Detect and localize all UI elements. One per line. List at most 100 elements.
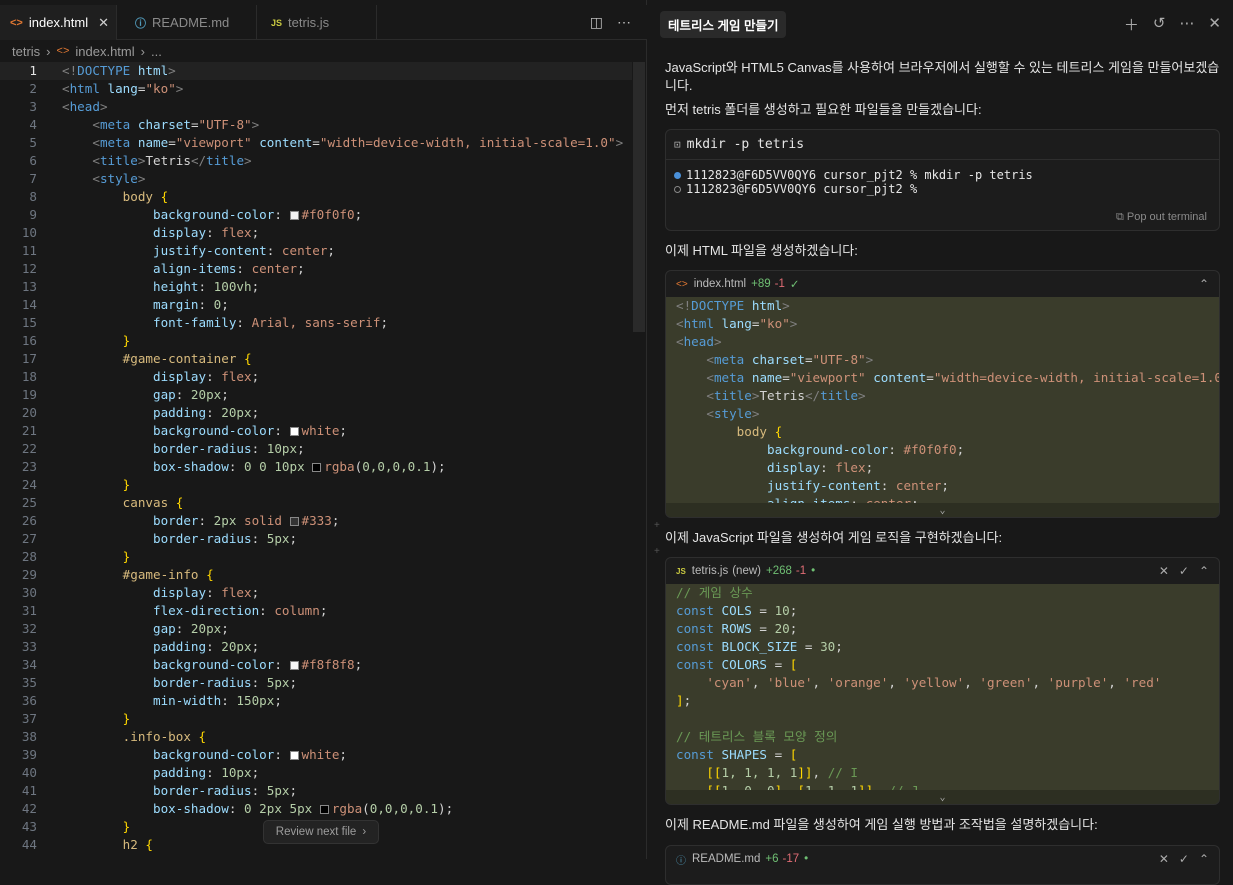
reject-icon[interactable]: ✕ bbox=[1159, 564, 1169, 578]
pop-out-terminal-button[interactable]: ⧉ Pop out terminal bbox=[1116, 211, 1207, 224]
code-line[interactable]: 1 <!DOCTYPE html> bbox=[0, 62, 632, 80]
code-line[interactable]: 7 <style> bbox=[0, 170, 632, 188]
code-line[interactable]: 25 canvas { bbox=[0, 494, 632, 512]
code-line[interactable]: 40 padding: 10px; bbox=[0, 764, 632, 782]
breadcrumb-file[interactable]: index.html bbox=[75, 44, 134, 59]
close-icon[interactable]: ✕ bbox=[1208, 14, 1221, 35]
status-dot-icon bbox=[674, 172, 681, 179]
plus-icon[interactable]: ＋ bbox=[1124, 14, 1139, 35]
tab-tetris-js[interactable]: JS tetris.js bbox=[257, 5, 377, 40]
code-text: .info-box { bbox=[62, 728, 206, 746]
code-token: [[ bbox=[706, 765, 722, 780]
code-line[interactable]: 21 background-color: white; bbox=[0, 422, 632, 440]
tab-index-html[interactable]: <> index.html ✕ bbox=[0, 5, 117, 40]
code-text: <meta name="viewport" content="width=dev… bbox=[676, 369, 1219, 387]
line-number: 39 bbox=[21, 747, 37, 762]
breadcrumb-folder[interactable]: tetris bbox=[12, 44, 40, 59]
code-line[interactable]: 33 padding: 20px; bbox=[0, 638, 632, 656]
code-text: gap: 20px; bbox=[62, 386, 229, 404]
expand-chevron-icon[interactable]: ⌄ bbox=[666, 790, 1219, 804]
code-token: 30 bbox=[820, 639, 836, 654]
file-edit-header[interactable]: <> index.html +89 -1 ✓ ⌃ bbox=[666, 271, 1219, 297]
code-line[interactable]: 19 gap: 20px; bbox=[0, 386, 632, 404]
code-text: } bbox=[62, 548, 131, 566]
diff-line: const ROWS = 20; bbox=[666, 620, 1219, 638]
code-line[interactable]: 8 body { bbox=[0, 188, 632, 206]
code-line[interactable]: 10 display: flex; bbox=[0, 224, 632, 242]
code-line[interactable]: 38 .info-box { bbox=[0, 728, 632, 746]
code-token: : bbox=[175, 387, 191, 402]
line-number: 14 bbox=[21, 297, 37, 312]
code-line[interactable]: 29 #game-info { bbox=[0, 566, 632, 584]
code-line[interactable]: 20 padding: 20px; bbox=[0, 404, 632, 422]
close-icon[interactable]: ✕ bbox=[98, 15, 109, 31]
expand-icon[interactable]: ⌃ bbox=[1199, 852, 1209, 866]
code-line[interactable]: 30 display: flex; bbox=[0, 584, 632, 602]
code-line[interactable]: 32 gap: 20px; bbox=[0, 620, 632, 638]
accept-icon[interactable]: ✓ bbox=[1179, 564, 1189, 578]
code-token: : bbox=[251, 531, 267, 546]
code-line[interactable]: 18 display: flex; bbox=[0, 368, 632, 386]
code-line[interactable]: 39 background-color: white; bbox=[0, 746, 632, 764]
expand-icon[interactable]: ⌃ bbox=[1199, 564, 1209, 578]
code-line[interactable]: 27 border-radius: 5px; bbox=[0, 530, 632, 548]
more-actions-icon[interactable]: ⋯ bbox=[1179, 14, 1194, 35]
code-line[interactable]: 5 <meta name="viewport" content="width=d… bbox=[0, 134, 632, 152]
code-token: const bbox=[676, 603, 714, 618]
more-actions-icon[interactable]: ⋯ bbox=[617, 14, 631, 31]
code-line[interactable]: 15 font-family: Arial, sans-serif; bbox=[0, 314, 632, 332]
code-line[interactable]: 23 box-shadow: 0 0 10px rgba(0,0,0,0.1); bbox=[0, 458, 632, 476]
file-edit-header[interactable]: ⓘ README.md +6 -17 • ✕ ✓ ⌃ bbox=[666, 846, 1219, 872]
review-next-file-button[interactable]: Review next file › bbox=[263, 820, 379, 844]
split-editor-icon[interactable]: ◫ bbox=[590, 14, 603, 31]
code-line[interactable]: 6 <title>Tetris</title> bbox=[0, 152, 632, 170]
code-token: rgba bbox=[331, 801, 363, 816]
code-text: // 테트리스 블록 모양 정의 bbox=[676, 728, 837, 746]
code-line[interactable]: 14 margin: 0; bbox=[0, 296, 632, 314]
code-token: border-radius bbox=[153, 675, 252, 690]
code-line[interactable]: 41 border-radius: 5px; bbox=[0, 782, 632, 800]
expand-chevron-icon[interactable]: ⌄ bbox=[666, 503, 1219, 517]
code-token: 2px bbox=[213, 513, 237, 528]
js-file-icon: JS bbox=[676, 566, 686, 576]
accept-icon[interactable]: ✓ bbox=[1179, 852, 1189, 866]
expand-icon[interactable]: ⌃ bbox=[1199, 277, 1209, 291]
history-icon[interactable]: ↺ bbox=[1153, 14, 1166, 35]
file-edit-header[interactable]: JS tetris.js (new) +268 -1 • ✕ ✓ ⌃ bbox=[666, 558, 1219, 584]
line-number: 43 bbox=[21, 819, 37, 834]
code-line[interactable]: 34 background-color: #f8f8f8; bbox=[0, 656, 632, 674]
code-line[interactable]: 3 <head> bbox=[0, 98, 632, 116]
code-token: font-family bbox=[153, 315, 237, 330]
code-line[interactable]: 37 } bbox=[0, 710, 632, 728]
code-line[interactable]: 42 box-shadow: 0 2px 5px rgba(0,0,0,0.1)… bbox=[0, 800, 632, 818]
code-line[interactable]: 11 justify-content: center; bbox=[0, 242, 632, 260]
code-line[interactable]: 2 <html lang="ko"> bbox=[0, 80, 632, 98]
code-line[interactable]: 36 min-width: 150px; bbox=[0, 692, 632, 710]
tab-readme-md[interactable]: ⓘ README.md bbox=[117, 5, 257, 40]
chat-title[interactable]: 테트리스 게임 만들기 bbox=[660, 11, 787, 38]
code-line[interactable]: 28 } bbox=[0, 548, 632, 566]
code-line[interactable]: 4 <meta charset="UTF-8"> bbox=[0, 116, 632, 134]
code-line[interactable]: 17 #game-container { bbox=[0, 350, 632, 368]
code-line[interactable]: 24 } bbox=[0, 476, 632, 494]
code-token: { bbox=[137, 837, 154, 852]
code-line[interactable]: 12 align-items: center; bbox=[0, 260, 632, 278]
code-line[interactable]: 26 border: 2px solid #333; bbox=[0, 512, 632, 530]
breadcrumb-more[interactable]: ... bbox=[151, 44, 162, 59]
reject-icon[interactable]: ✕ bbox=[1159, 852, 1169, 866]
code-line[interactable]: 13 height: 100vh; bbox=[0, 278, 632, 296]
code-line[interactable]: 31 flex-direction: column; bbox=[0, 602, 632, 620]
code-line[interactable]: 16 } bbox=[0, 332, 632, 350]
code-text: height: 100vh; bbox=[62, 278, 259, 296]
code-line[interactable]: 35 border-radius: 5px; bbox=[0, 674, 632, 692]
code-line[interactable]: 22 border-radius: 10px; bbox=[0, 440, 632, 458]
editor-scrollbar[interactable] bbox=[633, 62, 645, 332]
code-area[interactable]: 1 <!DOCTYPE html> 2 <html lang="ko"> 3 <head>… bbox=[0, 62, 632, 859]
code-text: min-width: 150px; bbox=[62, 692, 282, 710]
code-line[interactable]: 9 background-color: #f0f0f0; bbox=[0, 206, 632, 224]
